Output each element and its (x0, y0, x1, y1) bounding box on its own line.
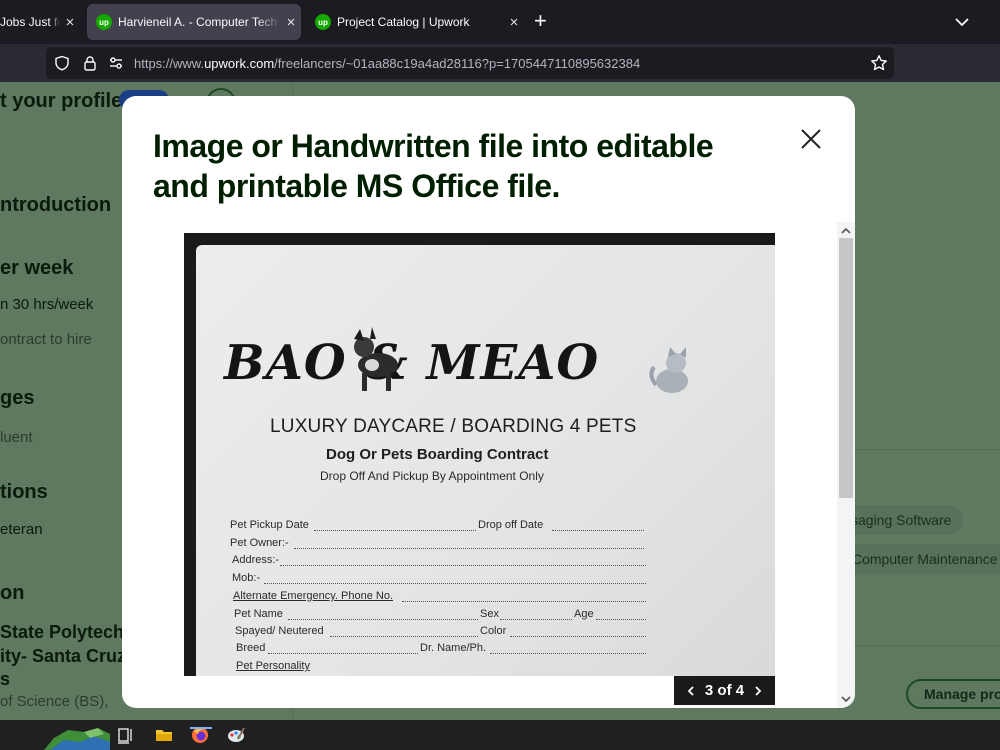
degree-value: of Science (BS), (0, 693, 109, 710)
languages-heading: ges (0, 387, 35, 409)
pager-text: 3 of 4 (704, 682, 745, 699)
field-dots (500, 619, 572, 620)
field-dots (288, 619, 478, 620)
hours-value: n 30 hrs/week (0, 296, 94, 313)
tab-bar: Jobs Just fo × up Harvieneil A. - Comput… (0, 0, 1000, 44)
field-dots (330, 636, 478, 637)
field-dots (268, 653, 418, 654)
url-prefix: https://www. (134, 56, 205, 71)
manage-projects-button: Manage proj (906, 679, 1000, 709)
chevron-right-icon[interactable] (753, 685, 763, 697)
introduction-heading: ntroduction (0, 194, 112, 216)
field-dots (510, 636, 646, 637)
paint-app-icon[interactable] (226, 725, 246, 745)
image-pager: 3 of 4 (674, 676, 775, 705)
tab-title: Jobs Just fo (0, 15, 60, 29)
tab-title: Harvieneil A. - Computer Tech (118, 15, 278, 29)
education-heading: on (0, 582, 25, 604)
field-label: Pet Pickup Date (230, 519, 309, 531)
field-label: Spayed/ Neutered (235, 625, 324, 637)
tab-jobs[interactable]: Jobs Just fo × (0, 4, 80, 40)
shield-icon[interactable] (54, 55, 70, 71)
new-tab-icon[interactable]: + (534, 10, 547, 32)
field-label: Drop off Date (478, 519, 544, 531)
chevron-down-icon[interactable] (952, 12, 972, 32)
document-subheading: Dog Or Pets Boarding Contract (326, 446, 549, 463)
edit-profile-link: t your profile (0, 90, 123, 112)
field-label: Sex (480, 608, 499, 620)
school-name-2: ity- Santa Cruz (0, 646, 127, 666)
field-label: Address:- (232, 554, 280, 566)
permissions-icon[interactable] (108, 55, 124, 71)
scroll-down-icon[interactable] (840, 693, 852, 705)
tab-title: Project Catalog | Upwork (337, 15, 470, 29)
language-level: luent (0, 429, 33, 446)
modal-scrollbar[interactable] (837, 222, 855, 708)
weather-widget-icon[interactable] (44, 720, 110, 750)
tab-profile[interactable]: up Harvieneil A. - Computer Tech × (87, 4, 301, 40)
url-bar[interactable]: https://www.upwork.com/freelancers/~01aa… (46, 47, 894, 79)
dog-illustration-icon (354, 327, 398, 391)
close-tab-icon[interactable]: × (60, 14, 80, 31)
cat-illustration-icon (649, 347, 688, 393)
task-view-icon[interactable] (116, 725, 136, 745)
file-explorer-icon[interactable] (154, 725, 174, 745)
project-preview-image: BAO & MEAO LUXURY DAYCARE / BOARDING 4 P… (184, 233, 775, 676)
close-icon[interactable] (798, 126, 824, 152)
field-label: Pet Name (234, 608, 283, 620)
field-dots (402, 601, 646, 602)
tab-project-catalog[interactable]: up Project Catalog | Upwork × (306, 4, 524, 40)
upwork-favicon-icon: up (315, 14, 331, 30)
lock-icon[interactable] (82, 55, 98, 71)
skill-pill: Computer Maintenance (840, 544, 1000, 574)
field-label: Mob:- (232, 572, 261, 584)
hours-heading: er week (0, 257, 74, 279)
modal-title: Image or Handwritten file into editable … (153, 128, 714, 204)
close-tab-icon[interactable]: × (504, 14, 524, 31)
field-label: Breed (236, 642, 266, 654)
chevron-left-icon[interactable] (686, 685, 696, 697)
field-label: Color (480, 625, 507, 637)
document-note: Drop Off And Pickup By Appointment Only (320, 469, 544, 483)
upwork-favicon-icon: up (96, 14, 112, 30)
scroll-thumb[interactable] (839, 238, 853, 498)
field-dots (596, 619, 646, 620)
scroll-up-icon[interactable] (840, 225, 852, 237)
close-tab-icon[interactable]: × (281, 14, 301, 31)
field-label: Dr. Name/Ph. (420, 642, 487, 654)
os-taskbar (0, 720, 1000, 750)
nav-bar: https://www.upwork.com/freelancers/~01aa… (0, 44, 1000, 82)
url-path: /freelancers/~01aa88c19a4ad28116?p=17054… (274, 56, 641, 71)
url-domain: upwork.com (204, 56, 275, 71)
contract-value: ontract to hire (0, 331, 92, 348)
document-heading: LUXURY DAYCARE / BOARDING 4 PETS (270, 416, 637, 437)
field-dots (490, 653, 646, 654)
field-label: Alternate Emergency. Phone No. (233, 590, 393, 602)
project-image-modal: Image or Handwritten file into editable … (122, 96, 855, 708)
field-label: Pet Owner:- (230, 537, 289, 549)
school-name: State Polytech (0, 622, 125, 642)
field-dots (264, 583, 646, 584)
active-app-indicator (190, 727, 212, 729)
field-dots (314, 530, 476, 531)
field-label: Pet Personality (236, 660, 310, 672)
field-label: Age (574, 608, 594, 620)
field-dots (552, 530, 644, 531)
url-text[interactable]: https://www.upwork.com/freelancers/~01aa… (134, 56, 640, 71)
bookmark-star-icon[interactable] (870, 54, 888, 72)
school-name-3: s (0, 669, 11, 689)
veteran-value: eteran (0, 521, 43, 538)
field-dots (294, 548, 644, 549)
document-photo: BAO & MEAO LUXURY DAYCARE / BOARDING 4 P… (196, 245, 775, 676)
field-dots (280, 565, 646, 566)
verifications-heading: tions (0, 481, 48, 503)
